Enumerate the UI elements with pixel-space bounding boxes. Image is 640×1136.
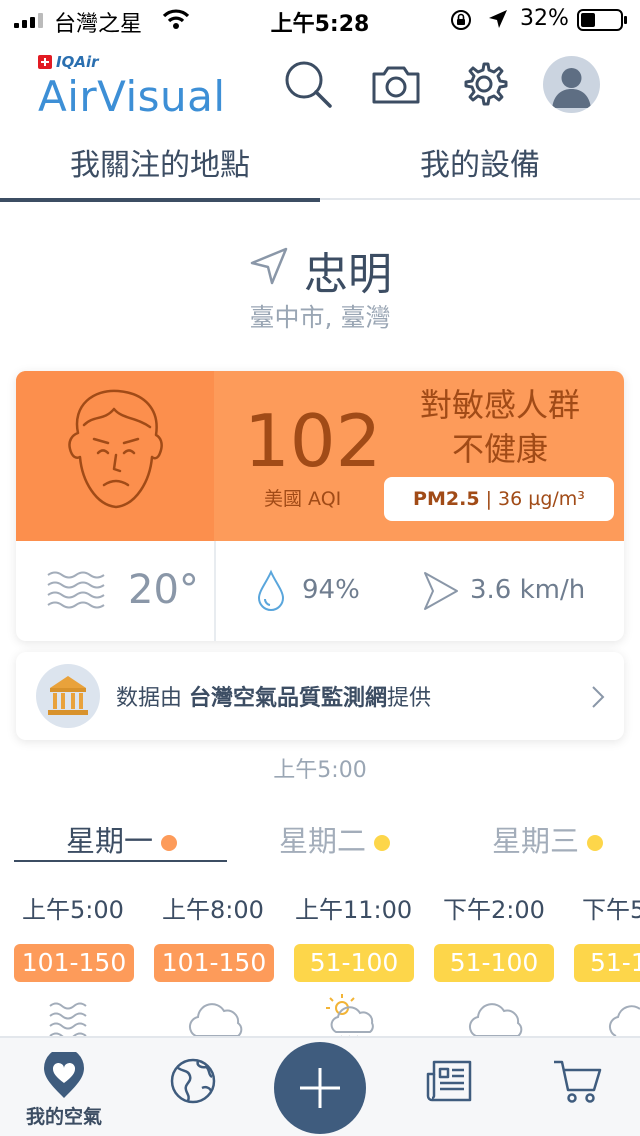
rotation-lock-icon [451, 10, 471, 30]
hour-label: 上午11:00 [295, 896, 413, 924]
data-source-text: 数据由 台灣空氣品質監測網提供 [116, 680, 431, 712]
tab-day-tuesday[interactable]: 星期二 [279, 818, 391, 862]
source-prefix: 数据由 [116, 686, 183, 711]
hour-label: 下午5:00 [582, 896, 640, 924]
search-icon[interactable] [282, 58, 334, 110]
pollutant-concentration: 36 µg/m³ [498, 488, 585, 510]
aqi-dot [161, 835, 178, 851]
tab-my-devices[interactable]: 我的設備 [320, 140, 640, 200]
tab-my-locations[interactable]: 我關注的地點 [0, 140, 320, 202]
data-source-row[interactable]: 数据由 台灣空氣品質監測網提供 [16, 652, 624, 740]
wind-speed: 3.6 km/h [470, 575, 586, 605]
tab-day-wednesday[interactable]: 星期三 [492, 818, 604, 862]
aqi-unit: 美國 AQI [264, 488, 342, 510]
user-icon [552, 68, 591, 108]
day-tab-underline [14, 860, 227, 862]
face-panel [16, 371, 214, 541]
swiss-flag-icon [38, 55, 52, 69]
aqi-dot [587, 835, 604, 851]
aqi-value: 102 [244, 399, 382, 483]
day-label: 星期二 [279, 824, 367, 858]
aqi-card[interactable]: 102 美國 AQI 對敏感人群 不健康 PM2.5 | 36 µg/m³ 20… [16, 371, 624, 641]
weather-divider [214, 541, 216, 641]
app-logo: AirVisual [38, 72, 226, 121]
mist-icon [49, 1002, 87, 1040]
iqair-logo: IQAir [38, 53, 98, 71]
tab-day-monday[interactable]: 星期一 [66, 818, 178, 862]
pollutant-name: PM2.5 [413, 488, 480, 510]
hour-label: 下午2:00 [443, 896, 545, 924]
aqi-range-pill: 101-150 [14, 944, 134, 982]
location-region: 臺中市, 臺灣 [249, 303, 391, 332]
cart-icon [554, 1060, 602, 1103]
pollutant-divider: | [479, 488, 499, 510]
humidity-drop-icon [257, 569, 285, 611]
camera-icon[interactable] [370, 58, 422, 110]
aqi-dot [374, 835, 391, 851]
cloud-icon [468, 1003, 523, 1037]
aqi-range-pill: 51-100 [294, 944, 414, 982]
nav-shop[interactable] [530, 1038, 620, 1136]
aqi-range-pill: 101-150 [154, 944, 274, 982]
news-icon [426, 1060, 472, 1102]
aqi-range-pill: 51-100 [574, 944, 640, 982]
aqi-banner: 102 美國 AQI 對敏感人群 不健康 PM2.5 | 36 µg/m³ [16, 371, 624, 541]
battery-icon [577, 9, 627, 31]
status-bar: 台灣之星 上午5:28 32% [0, 0, 640, 40]
location-services-icon [489, 10, 507, 28]
aqi-status-line1: 對敏感人群 [419, 386, 580, 424]
cloud-icon [188, 1003, 243, 1037]
nav-news[interactable] [402, 1038, 492, 1136]
avatar[interactable] [543, 56, 600, 113]
nav-my-air-label: 我的空氣 [25, 1106, 102, 1128]
main-tabs: 我關注的地點 我的設備 [0, 140, 640, 202]
cloud-icon [608, 1005, 640, 1037]
unhealthy-face-icon [68, 389, 163, 509]
brand-small: IQAir [56, 53, 99, 71]
battery-percent: 32% [520, 6, 569, 31]
wind-direction-icon [424, 572, 458, 610]
nav-world[interactable] [146, 1038, 236, 1136]
gear-icon[interactable] [458, 58, 510, 110]
location-name: 忠明 [304, 249, 392, 300]
mist-icon [47, 571, 105, 609]
chevron-right-icon [592, 686, 605, 708]
hour-label: 上午5:00 [22, 896, 124, 924]
hour-label: 上午8:00 [162, 896, 264, 924]
sun-cloud-rain-icon [326, 994, 374, 1040]
aqi-status: 對敏感人群 不健康 [388, 383, 612, 471]
aqi-status-line2: 不健康 [451, 430, 548, 468]
add-icon [300, 1068, 340, 1108]
humidity: 94% [302, 575, 360, 605]
government-building-icon [36, 664, 100, 728]
aqi-range-pill: 51-100 [434, 944, 554, 982]
nav-my-air[interactable]: 我的空氣 [0, 1038, 128, 1136]
source-provider: 台灣空氣品質監測網 [189, 686, 388, 711]
day-label: 星期三 [492, 824, 580, 858]
globe-icon [170, 1058, 216, 1104]
main-pollutant-pill[interactable]: PM2.5 | 36 µg/m³ [384, 477, 614, 521]
heart-map-pin-icon [44, 1052, 84, 1098]
location-arrow-icon [250, 247, 288, 285]
temperature: 20° [128, 567, 199, 613]
source-suffix: 提供 [387, 686, 432, 711]
update-time: 上午5:00 [273, 758, 367, 783]
day-label: 星期一 [66, 824, 154, 858]
add-location-button[interactable] [274, 1042, 366, 1134]
